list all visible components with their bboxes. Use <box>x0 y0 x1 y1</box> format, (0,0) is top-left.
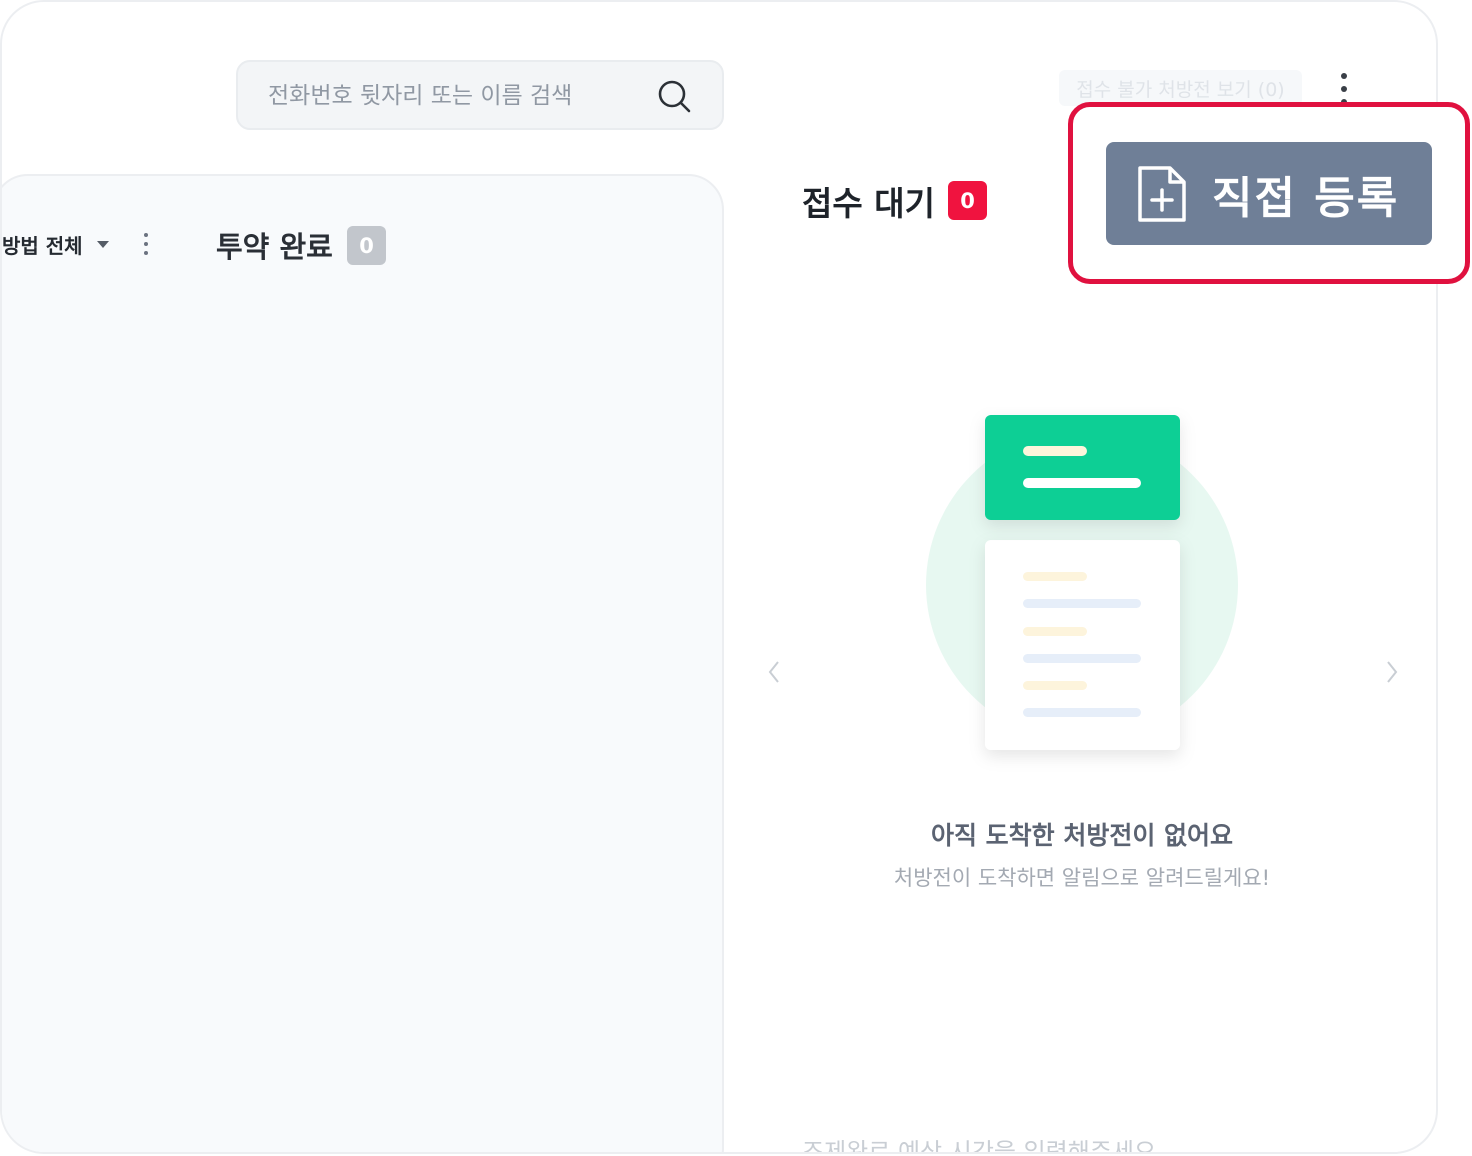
dispensed-count-badge: 0 <box>347 226 386 265</box>
pending-count-badge: 0 <box>948 181 987 220</box>
search-icon[interactable] <box>656 78 692 114</box>
view-rejected-prescriptions-link[interactable]: 접수 불가 처방전 보기 (0) <box>1059 70 1302 106</box>
direct-register-button[interactable]: 직접 등록 <box>1106 142 1432 245</box>
dispensed-panel <box>2 174 724 1152</box>
caret-down-icon <box>96 240 109 248</box>
method-filter-dropdown[interactable]: 방법 전체 <box>2 230 109 258</box>
search-box[interactable] <box>236 60 724 130</box>
kebab-menu-icon[interactable] <box>136 230 156 258</box>
document-add-icon <box>1138 165 1186 222</box>
search-input[interactable] <box>266 62 650 130</box>
empty-prescription-illustration <box>926 415 1238 750</box>
pending-title: 접수 대기 <box>802 184 935 223</box>
dispensed-title: 투약 완료 <box>216 230 333 264</box>
chevron-right-icon[interactable] <box>1382 656 1402 688</box>
empty-state-subtitle: 처방전이 도착하면 알림으로 알려드릴게요! <box>893 866 1271 890</box>
completion-time-hint: 조제완료 예상 시간을 입력해주세요 <box>802 1138 1157 1154</box>
direct-register-label: 직접 등록 <box>1212 172 1400 224</box>
method-filter-label: 방법 전체 <box>2 233 83 258</box>
empty-state-title: 아직 도착한 처방전이 없어요 <box>930 821 1234 850</box>
chevron-left-icon[interactable] <box>764 656 784 688</box>
